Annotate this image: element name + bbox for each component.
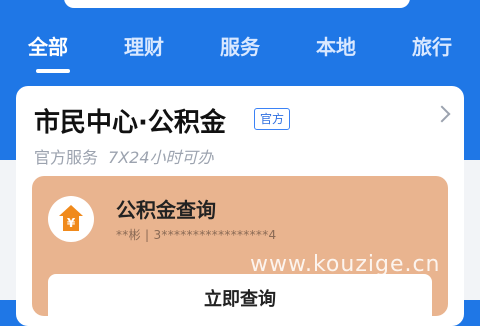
category-tabs: 全部 理财 服务 本地 旅行 xyxy=(0,30,480,74)
query-now-button[interactable]: 立即查询 xyxy=(48,274,432,324)
chevron-right-icon[interactable] xyxy=(433,105,451,123)
subtitle-label: 官方服务 xyxy=(34,148,99,167)
tab-travel[interactable]: 旅行 xyxy=(412,30,452,64)
search-bar[interactable] xyxy=(64,0,410,8)
service-hours: 7X24小时可办 xyxy=(108,148,214,167)
tab-services[interactable]: 服务 xyxy=(220,30,260,64)
watermark: www.kouzige.cn xyxy=(250,252,441,277)
house-yen-glyph: ¥ xyxy=(59,205,83,231)
card-title: 市民中心·公积金 xyxy=(34,108,226,138)
house-yen-icon: ¥ xyxy=(48,196,94,242)
card-subtitle: 官方服务 7X24小时可办 xyxy=(34,144,214,168)
fund-query-panel: ¥ 公积金查询 **彬 | 3*****************4 立即查询 xyxy=(32,176,448,324)
official-badge: 官方 xyxy=(254,108,291,130)
service-account-info: **彬 | 3*****************4 xyxy=(116,228,277,242)
tab-finance[interactable]: 理财 xyxy=(124,30,164,64)
tab-local[interactable]: 本地 xyxy=(316,30,356,64)
svg-text:¥: ¥ xyxy=(67,216,76,230)
service-card[interactable]: 市民中心·公积金 官方 官方服务 7X24小时可办 ¥ 公积金查询 **彬 | 3… xyxy=(16,86,464,326)
service-name: 公积金查询 xyxy=(116,198,216,222)
tab-all[interactable]: 全部 xyxy=(28,30,68,64)
active-tab-indicator xyxy=(36,69,70,73)
